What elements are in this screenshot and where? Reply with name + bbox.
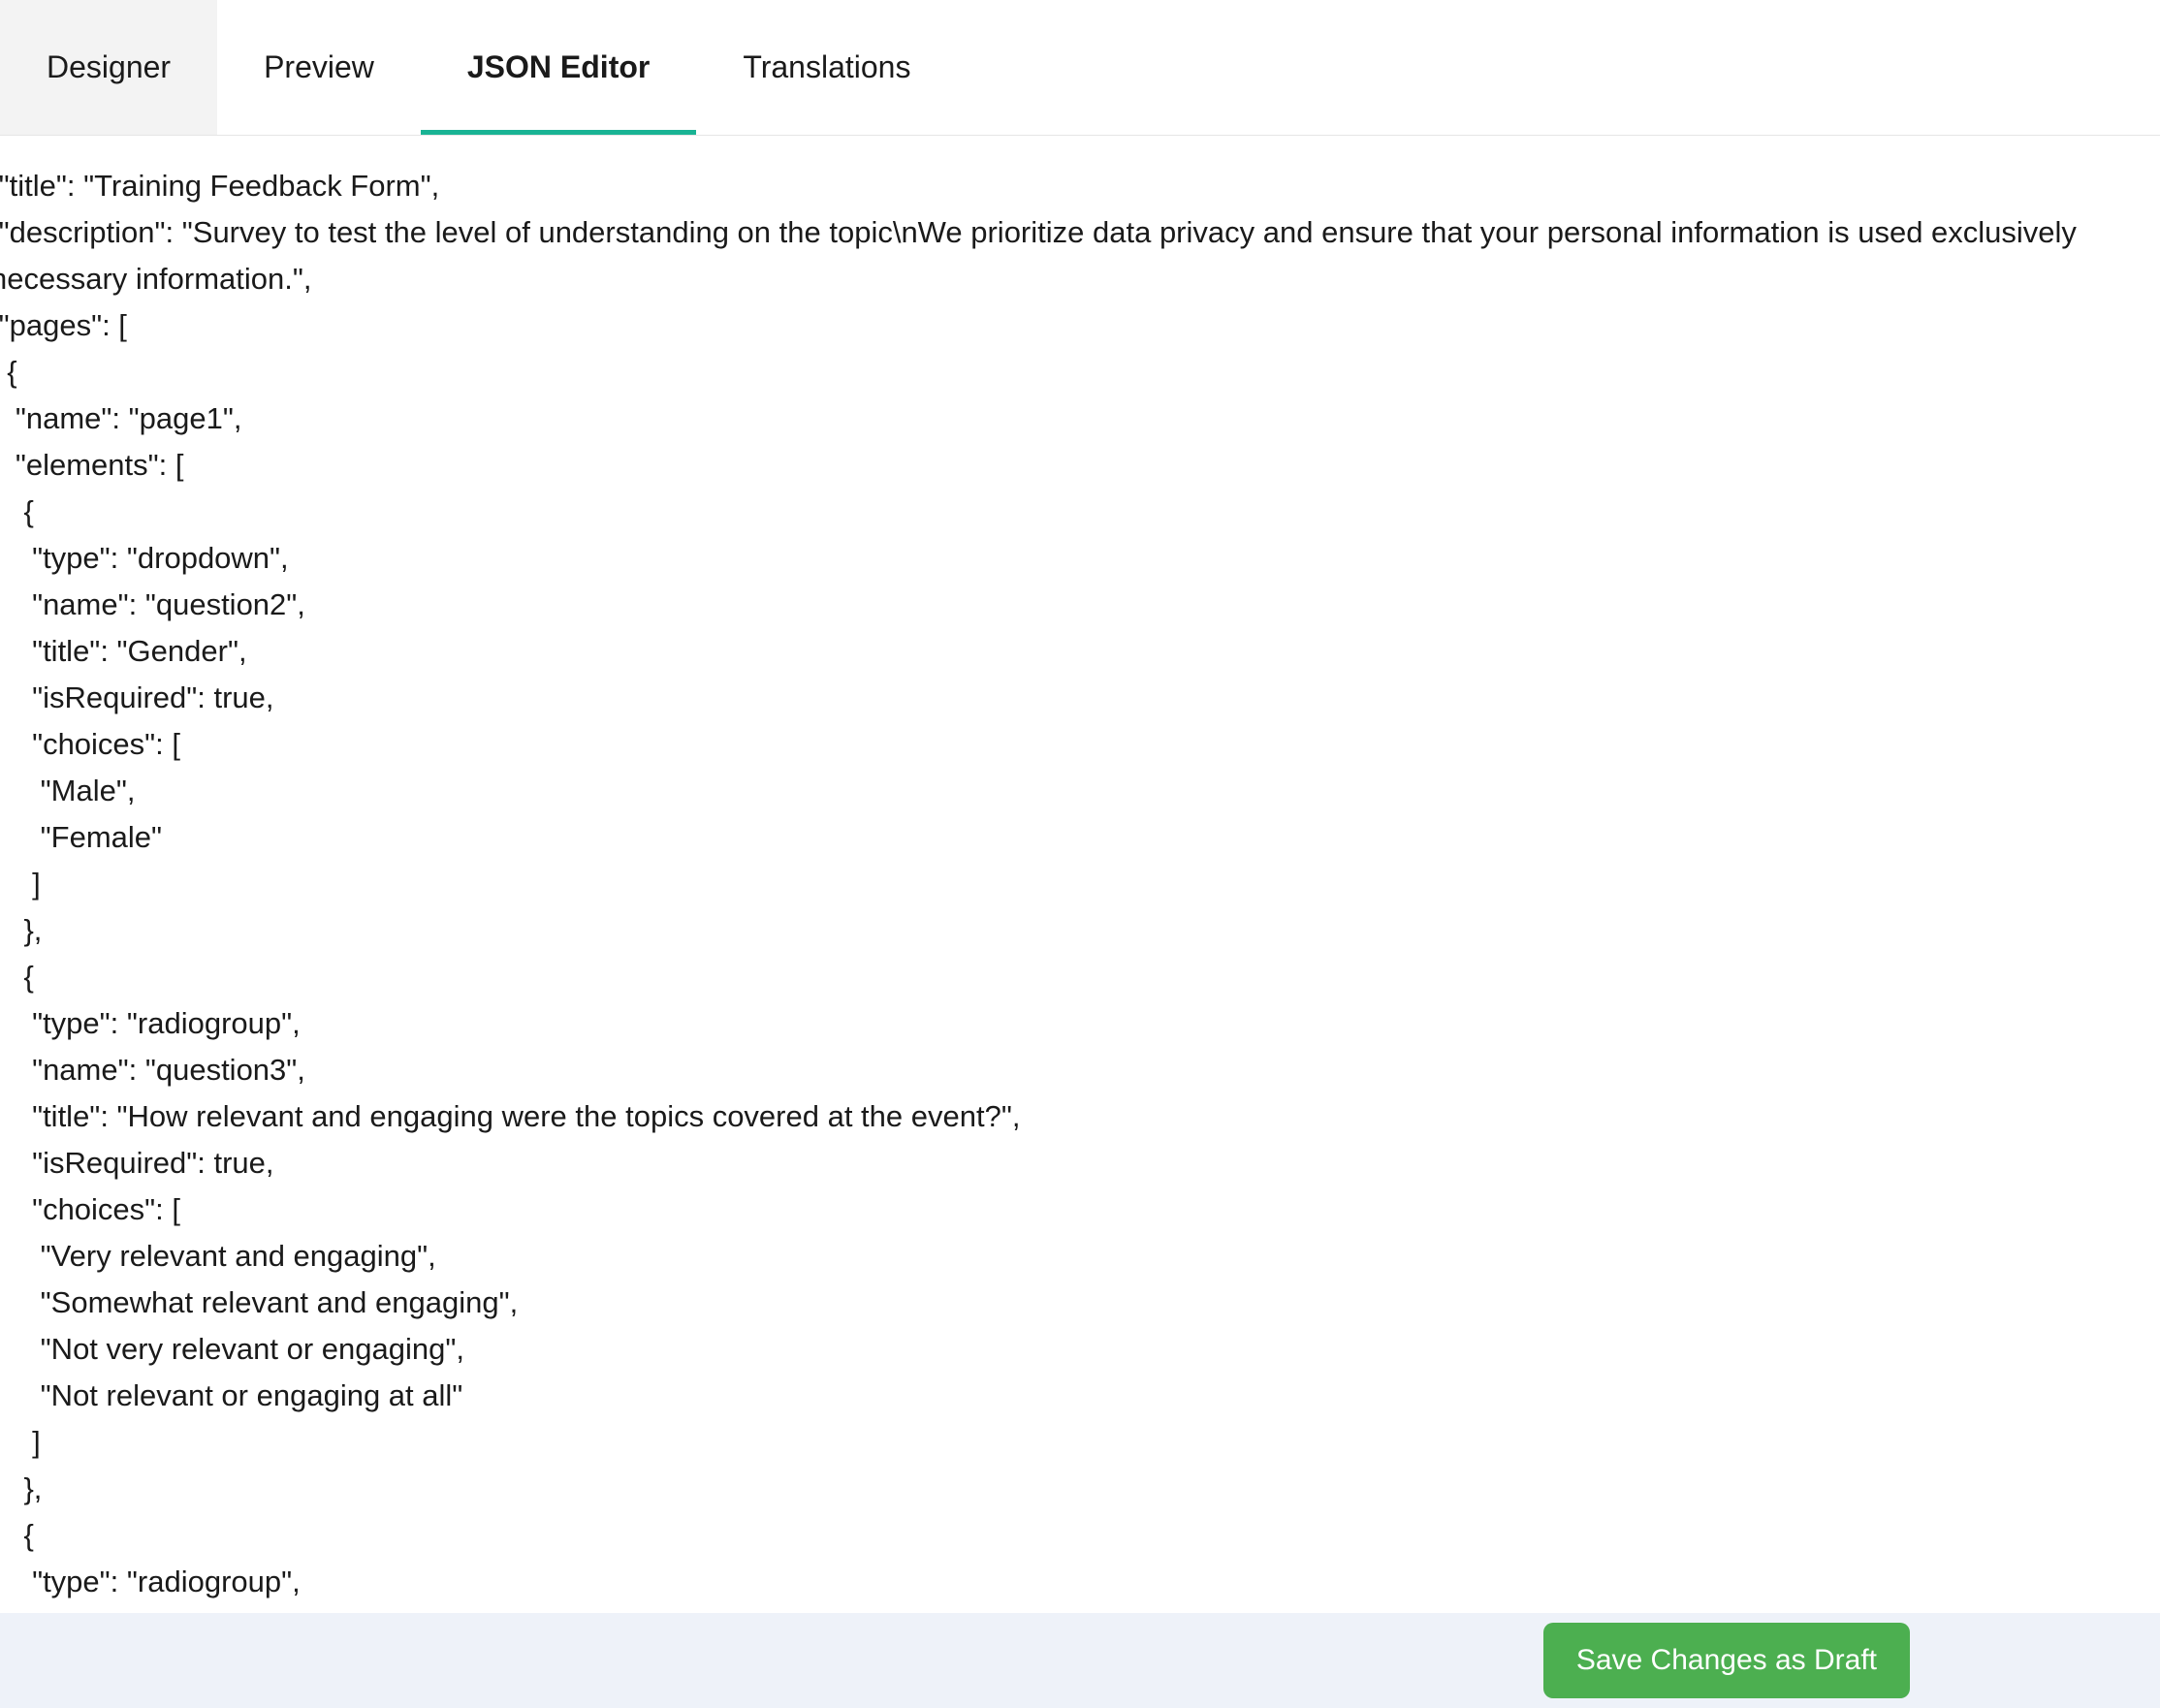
tab-label: JSON Editor	[467, 49, 650, 85]
json-editor-area[interactable]: "title": "Training Feedback Form", "desc…	[0, 136, 2160, 1708]
tabs-bar: Designer Preview JSON Editor Translation…	[0, 0, 2160, 136]
save-draft-button[interactable]: Save Changes as Draft	[1543, 1623, 1910, 1698]
tab-preview[interactable]: Preview	[217, 0, 421, 135]
tab-label: Preview	[264, 49, 374, 85]
tab-label: Translations	[743, 49, 910, 85]
tab-designer[interactable]: Designer	[0, 0, 217, 135]
tab-label: Designer	[47, 49, 171, 85]
footer-bar: Save Changes as Draft	[0, 1613, 2160, 1708]
json-content-text[interactable]: "title": "Training Feedback Form", "desc…	[0, 163, 2160, 1605]
app-container: Designer Preview JSON Editor Translation…	[0, 0, 2160, 1708]
save-draft-label: Save Changes as Draft	[1576, 1644, 1877, 1676]
tab-translations[interactable]: Translations	[696, 0, 957, 135]
tab-json-editor[interactable]: JSON Editor	[421, 0, 696, 135]
